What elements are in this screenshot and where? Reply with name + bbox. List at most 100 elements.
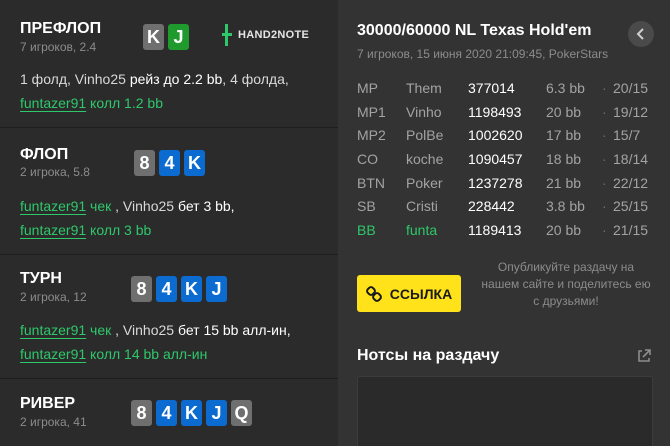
hand-info-panel: 30000/60000 NL Texas Hold'em 7 игроков, …	[338, 0, 670, 446]
street-action: funtazer91 чек , Vinho25 бет 3 bb, funtaz…	[20, 194, 320, 242]
card-q: Q	[231, 400, 252, 426]
street-subtitle: 7 игроков, 2.4	[20, 40, 97, 54]
card-4: 4	[156, 276, 177, 302]
player-position: BTN	[357, 174, 385, 191]
player-row: SB Cristi 228442 3.8 bb · 25/15	[357, 198, 657, 222]
player-stats: 20/15	[613, 80, 649, 96]
street-preflop: ПРЕФЛОП 7 игроков, 2.4 K J HAND2NOTE 1 ф…	[0, 0, 338, 128]
back-button[interactable]	[628, 21, 654, 47]
player-name[interactable]: Them	[406, 80, 450, 96]
notes-title: Нотсы на раздачу	[357, 347, 500, 364]
board-cards: 8 4 K	[134, 150, 205, 176]
player-stack: 21 bb	[546, 174, 582, 191]
street-turn: ТУРН 2 игрока, 12 8 4 K J funtazer91 чек…	[0, 255, 338, 379]
player-name[interactable]: funta	[406, 222, 450, 238]
card-4: 4	[159, 150, 180, 176]
card-j: J	[206, 400, 227, 426]
player-position: MP1	[357, 103, 386, 120]
street-action: 1 фолд, Vinho25 рейз до 2.2 bb, 4 фолда,…	[20, 67, 320, 115]
link-button[interactable]: ССЫЛКА	[357, 275, 461, 312]
player-position: CO	[357, 151, 378, 168]
separator-dot: ·	[602, 198, 607, 215]
player-link[interactable]: funtazer91	[20, 222, 86, 238]
hand-title: 30000/60000 NL Texas Hold'em	[357, 22, 592, 39]
player-id: 228442	[468, 198, 515, 215]
player-name[interactable]: Poker	[406, 175, 450, 191]
player-link[interactable]: funtazer91	[20, 322, 86, 338]
card-8: 8	[131, 400, 152, 426]
chevron-left-icon	[636, 28, 644, 40]
street-title: ТУРН	[20, 270, 62, 287]
player-name[interactable]: Cristi	[406, 198, 450, 214]
player-stack: 18 bb	[546, 151, 582, 168]
separator-dot: ·	[602, 151, 607, 168]
player-id: 1198493	[468, 103, 522, 120]
player-id: 377014	[468, 80, 515, 96]
street-title: РИВЕР	[20, 395, 76, 412]
players-table: MP Them 377014 6.3 bb · 20/15 MP1 Vinho 1198493 2…	[357, 80, 657, 246]
player-name[interactable]: Vinho	[406, 104, 450, 120]
action-check: чек	[86, 322, 116, 338]
player-name[interactable]: PolBe	[406, 127, 450, 143]
street-subtitle: 2 игрока, 5.8	[20, 165, 90, 179]
link-button-label: ССЫЛКА	[389, 285, 453, 302]
card-8: 8	[131, 276, 152, 302]
player-position: SB	[357, 198, 376, 215]
player-row: BTN Poker 1237278 21 bb · 22/12	[357, 175, 657, 199]
player-name[interactable]: koche	[406, 151, 450, 167]
player-id: 1189413	[468, 222, 522, 239]
separator-dot: ·	[602, 174, 607, 191]
player-position: MP2	[357, 127, 386, 144]
player-stack: 3.8 bb	[546, 198, 585, 215]
street-subtitle: 2 игрока, 41	[20, 415, 87, 429]
separator-dot: ·	[602, 80, 607, 96]
street-action: funtazer91 чек , Vinho25 бет 15 bb алл-и…	[20, 318, 320, 366]
player-row: MP1 Vinho 1198493 20 bb · 19/12	[357, 104, 657, 128]
action-bet: бет 3 bb,	[177, 198, 235, 214]
action-text: , Vinho25	[115, 322, 178, 338]
player-link[interactable]: funtazer91	[20, 346, 86, 362]
player-link[interactable]: funtazer91	[20, 95, 86, 111]
player-row: MP Them 377014 6.3 bb · 20/15	[357, 80, 657, 104]
card-k: K	[143, 24, 164, 50]
separator-dot: ·	[602, 222, 607, 239]
logo-text: HAND2NOTE	[238, 29, 310, 41]
street-title: ПРЕФЛОП	[20, 20, 102, 37]
player-row: BB funta 1189413 20 bb · 21/15	[357, 222, 657, 246]
board-cards: 8 4 K J	[131, 276, 227, 302]
card-k: K	[184, 150, 205, 176]
action-call: колл 14 bb алл-ин	[86, 346, 208, 362]
player-id: 1002620	[468, 127, 523, 144]
player-row: CO koche 1090457 18 bb · 18/14	[357, 151, 657, 175]
hole-cards: K J	[143, 24, 189, 50]
card-j: J	[206, 276, 227, 302]
action-text: 1 фолд, Vinho25	[20, 71, 130, 87]
hand2note-logo: HAND2NOTE	[222, 24, 309, 46]
action-raise: рейз до 2.2 bb	[129, 71, 223, 87]
action-bet: бет 15 bb алл-ин,	[177, 322, 291, 338]
external-link-icon[interactable]	[636, 348, 652, 364]
player-position: MP	[357, 80, 378, 96]
player-stack: 6.3 bb	[546, 80, 585, 96]
street-subtitle: 2 игрока, 12	[20, 290, 87, 304]
streets-panel: ПРЕФЛОП 7 игроков, 2.4 K J HAND2NOTE 1 ф…	[0, 0, 338, 446]
hand2note-logo-icon	[222, 24, 232, 46]
street-flop: ФЛОП 2 игрока, 5.8 8 4 K funtazer91 чек …	[0, 128, 338, 255]
street-river: РИВЕР 2 игрока, 41 8 4 K J Q	[0, 379, 338, 446]
player-stack: 20 bb	[546, 222, 582, 239]
hand-subtitle: 7 игроков, 15 июня 2020 21:09:45, PokerS…	[357, 47, 609, 61]
player-stack: 20 bb	[546, 103, 582, 120]
player-stats: 21/15	[613, 222, 649, 239]
player-link[interactable]: funtazer91	[20, 198, 86, 214]
separator-dot: ·	[602, 103, 607, 120]
card-k: K	[181, 276, 202, 302]
board-cards: 8 4 K J Q	[131, 400, 252, 426]
player-stats: 19/12	[613, 103, 649, 120]
action-text: , Vinho25	[115, 198, 178, 214]
publish-hint: Опубликуйте раздачу на нашем сайте и под…	[481, 260, 651, 308]
action-call: колл 3 bb	[86, 222, 152, 238]
player-stats: 15/7	[613, 127, 641, 144]
link-icon	[365, 285, 382, 302]
player-stats: 22/12	[613, 174, 649, 191]
notes-textarea[interactable]	[357, 376, 653, 446]
